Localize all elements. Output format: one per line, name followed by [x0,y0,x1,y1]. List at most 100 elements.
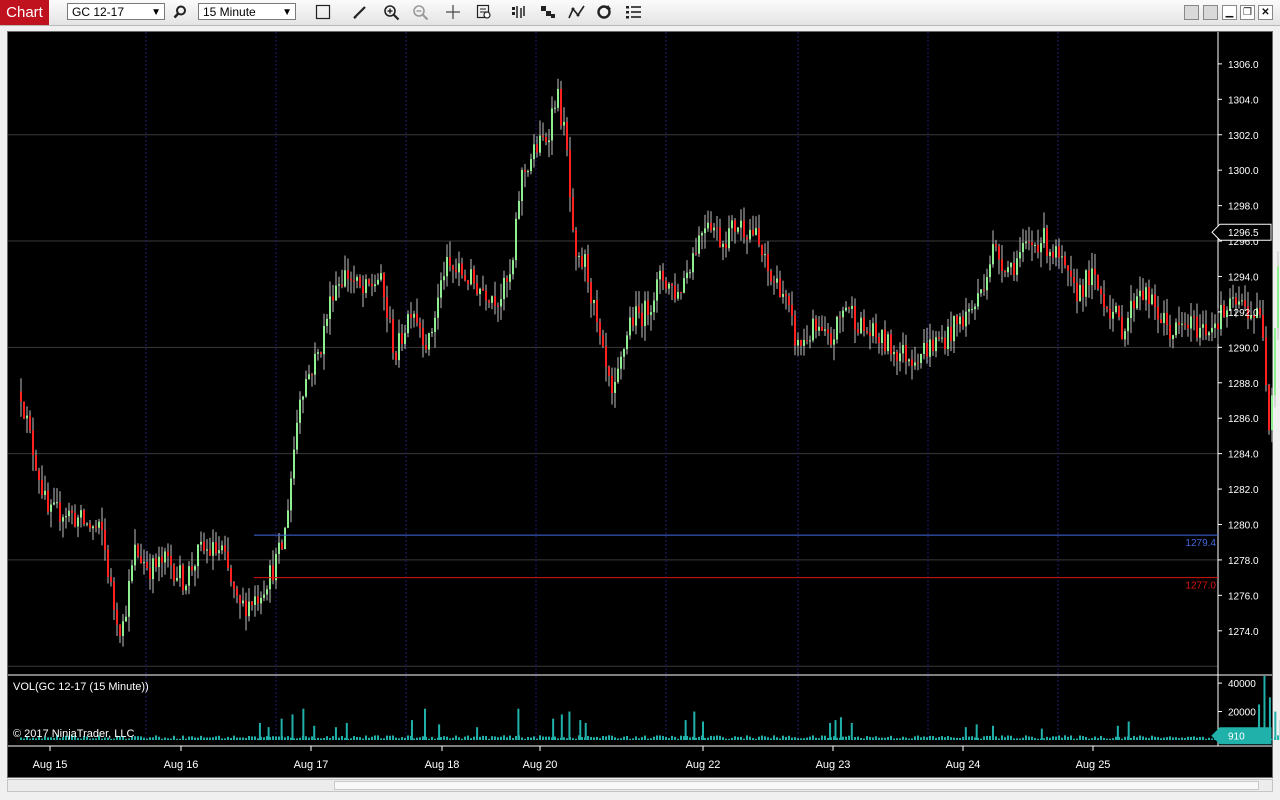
volume-bar [332,736,334,740]
candle-body [239,595,241,604]
volume-bar [428,738,430,740]
price-axis[interactable]: 1306.01304.01302.01300.01298.01296.01294… [1211,60,1272,745]
candle-body [65,516,67,518]
volume-bar [572,738,574,740]
volume-bar [722,737,724,740]
volume-bar [326,736,328,740]
candle-body [1139,290,1141,297]
candle-body [782,293,784,297]
volume-bar [782,735,784,740]
candle-body [794,315,796,346]
candle-body [1103,294,1105,308]
candle-body [752,229,754,235]
volume-bar [311,736,313,740]
candle-body [896,352,898,362]
candle-body [707,222,709,229]
horizontal-lines[interactable]: 1279.4 1277.0 [254,534,1218,592]
volume-bars [20,676,1280,740]
volume-spike [964,727,967,740]
volume-bar [623,736,625,740]
candle-body [650,312,652,315]
candle-body [674,285,676,299]
candle-body [935,337,937,352]
candle-body [485,290,487,301]
time-tick-label: Aug 20 [523,759,558,771]
price-candles [20,78,1279,647]
volume-spike [991,725,994,740]
candle-body [692,253,694,273]
candle-body [173,565,175,581]
candle-body [278,542,280,554]
candle-body [176,578,178,581]
candle-body [923,342,925,354]
volume-bar [647,738,649,740]
volume-bar [536,738,538,740]
candle-body [827,329,829,334]
candle-body [869,332,871,337]
time-axis[interactable]: Aug 15 Aug 16 Aug 17 Aug 18 Aug 20 Aug 22 Aug … [33,746,1111,771]
volume-bar [758,736,760,740]
volume-bar [896,738,898,740]
volume-bar [179,738,181,740]
volume-bar [359,737,361,740]
candle-body [725,243,727,249]
candle-body [755,228,757,235]
candle-body [557,88,559,108]
volume-bar [1187,736,1189,740]
time-tick-label: Aug 17 [294,759,329,771]
volume-bar [404,737,406,740]
volume-bar [236,737,238,740]
volume-bar [935,737,937,740]
volume-spike [1116,725,1119,740]
candle-body [353,280,355,282]
candle-body [977,293,979,307]
volume-bar [824,735,826,740]
candle-body [440,280,442,298]
candle-body [593,300,595,304]
volume-bar [284,737,286,740]
candle-body [62,517,64,522]
volume-bar [914,736,916,740]
volume-bar [197,737,199,740]
candle-body [1079,285,1081,302]
candle-body [281,542,283,550]
volume-bar [308,737,310,740]
candle-body [1211,327,1213,333]
horizontal-scrollbar[interactable] [7,779,1273,792]
volume-bar [638,738,640,740]
candle-body [452,265,454,270]
volume-bar [605,736,607,740]
volume-bar [611,735,613,740]
volume-bar [299,737,301,740]
volume-bar [446,736,448,740]
volume-bar [1160,738,1162,740]
candle-body [1178,322,1180,325]
candle-body [1034,244,1036,246]
volume-bar [362,738,364,740]
candle-body [1091,268,1093,286]
candle-body [44,490,46,495]
volume-bar [320,738,322,740]
candle-body [431,332,433,334]
candle-body [1172,335,1174,339]
candle-body [350,278,352,281]
volume-bar [710,735,712,740]
candle-body [1022,243,1024,253]
volume-spike [568,711,571,740]
volume-bar [593,737,595,740]
volume-bar [1121,738,1123,740]
volume-spike [517,708,520,740]
volume-bar [1181,737,1183,740]
candle-body [668,283,670,289]
candle-body [1217,323,1219,330]
price-chart[interactable]: 1279.4 1277.0 1306.0 1304.0 1302.0 1300.0 129… [0,0,1280,800]
candle-body [947,326,949,349]
volume-bar [1037,738,1039,740]
candle-body [731,220,733,229]
candle-body [542,135,544,137]
volume-bar [170,738,172,740]
volume-bar [368,737,370,740]
scrollbar-thumb[interactable] [334,781,1259,790]
volume-bar [806,737,808,740]
candle-body [599,322,601,336]
